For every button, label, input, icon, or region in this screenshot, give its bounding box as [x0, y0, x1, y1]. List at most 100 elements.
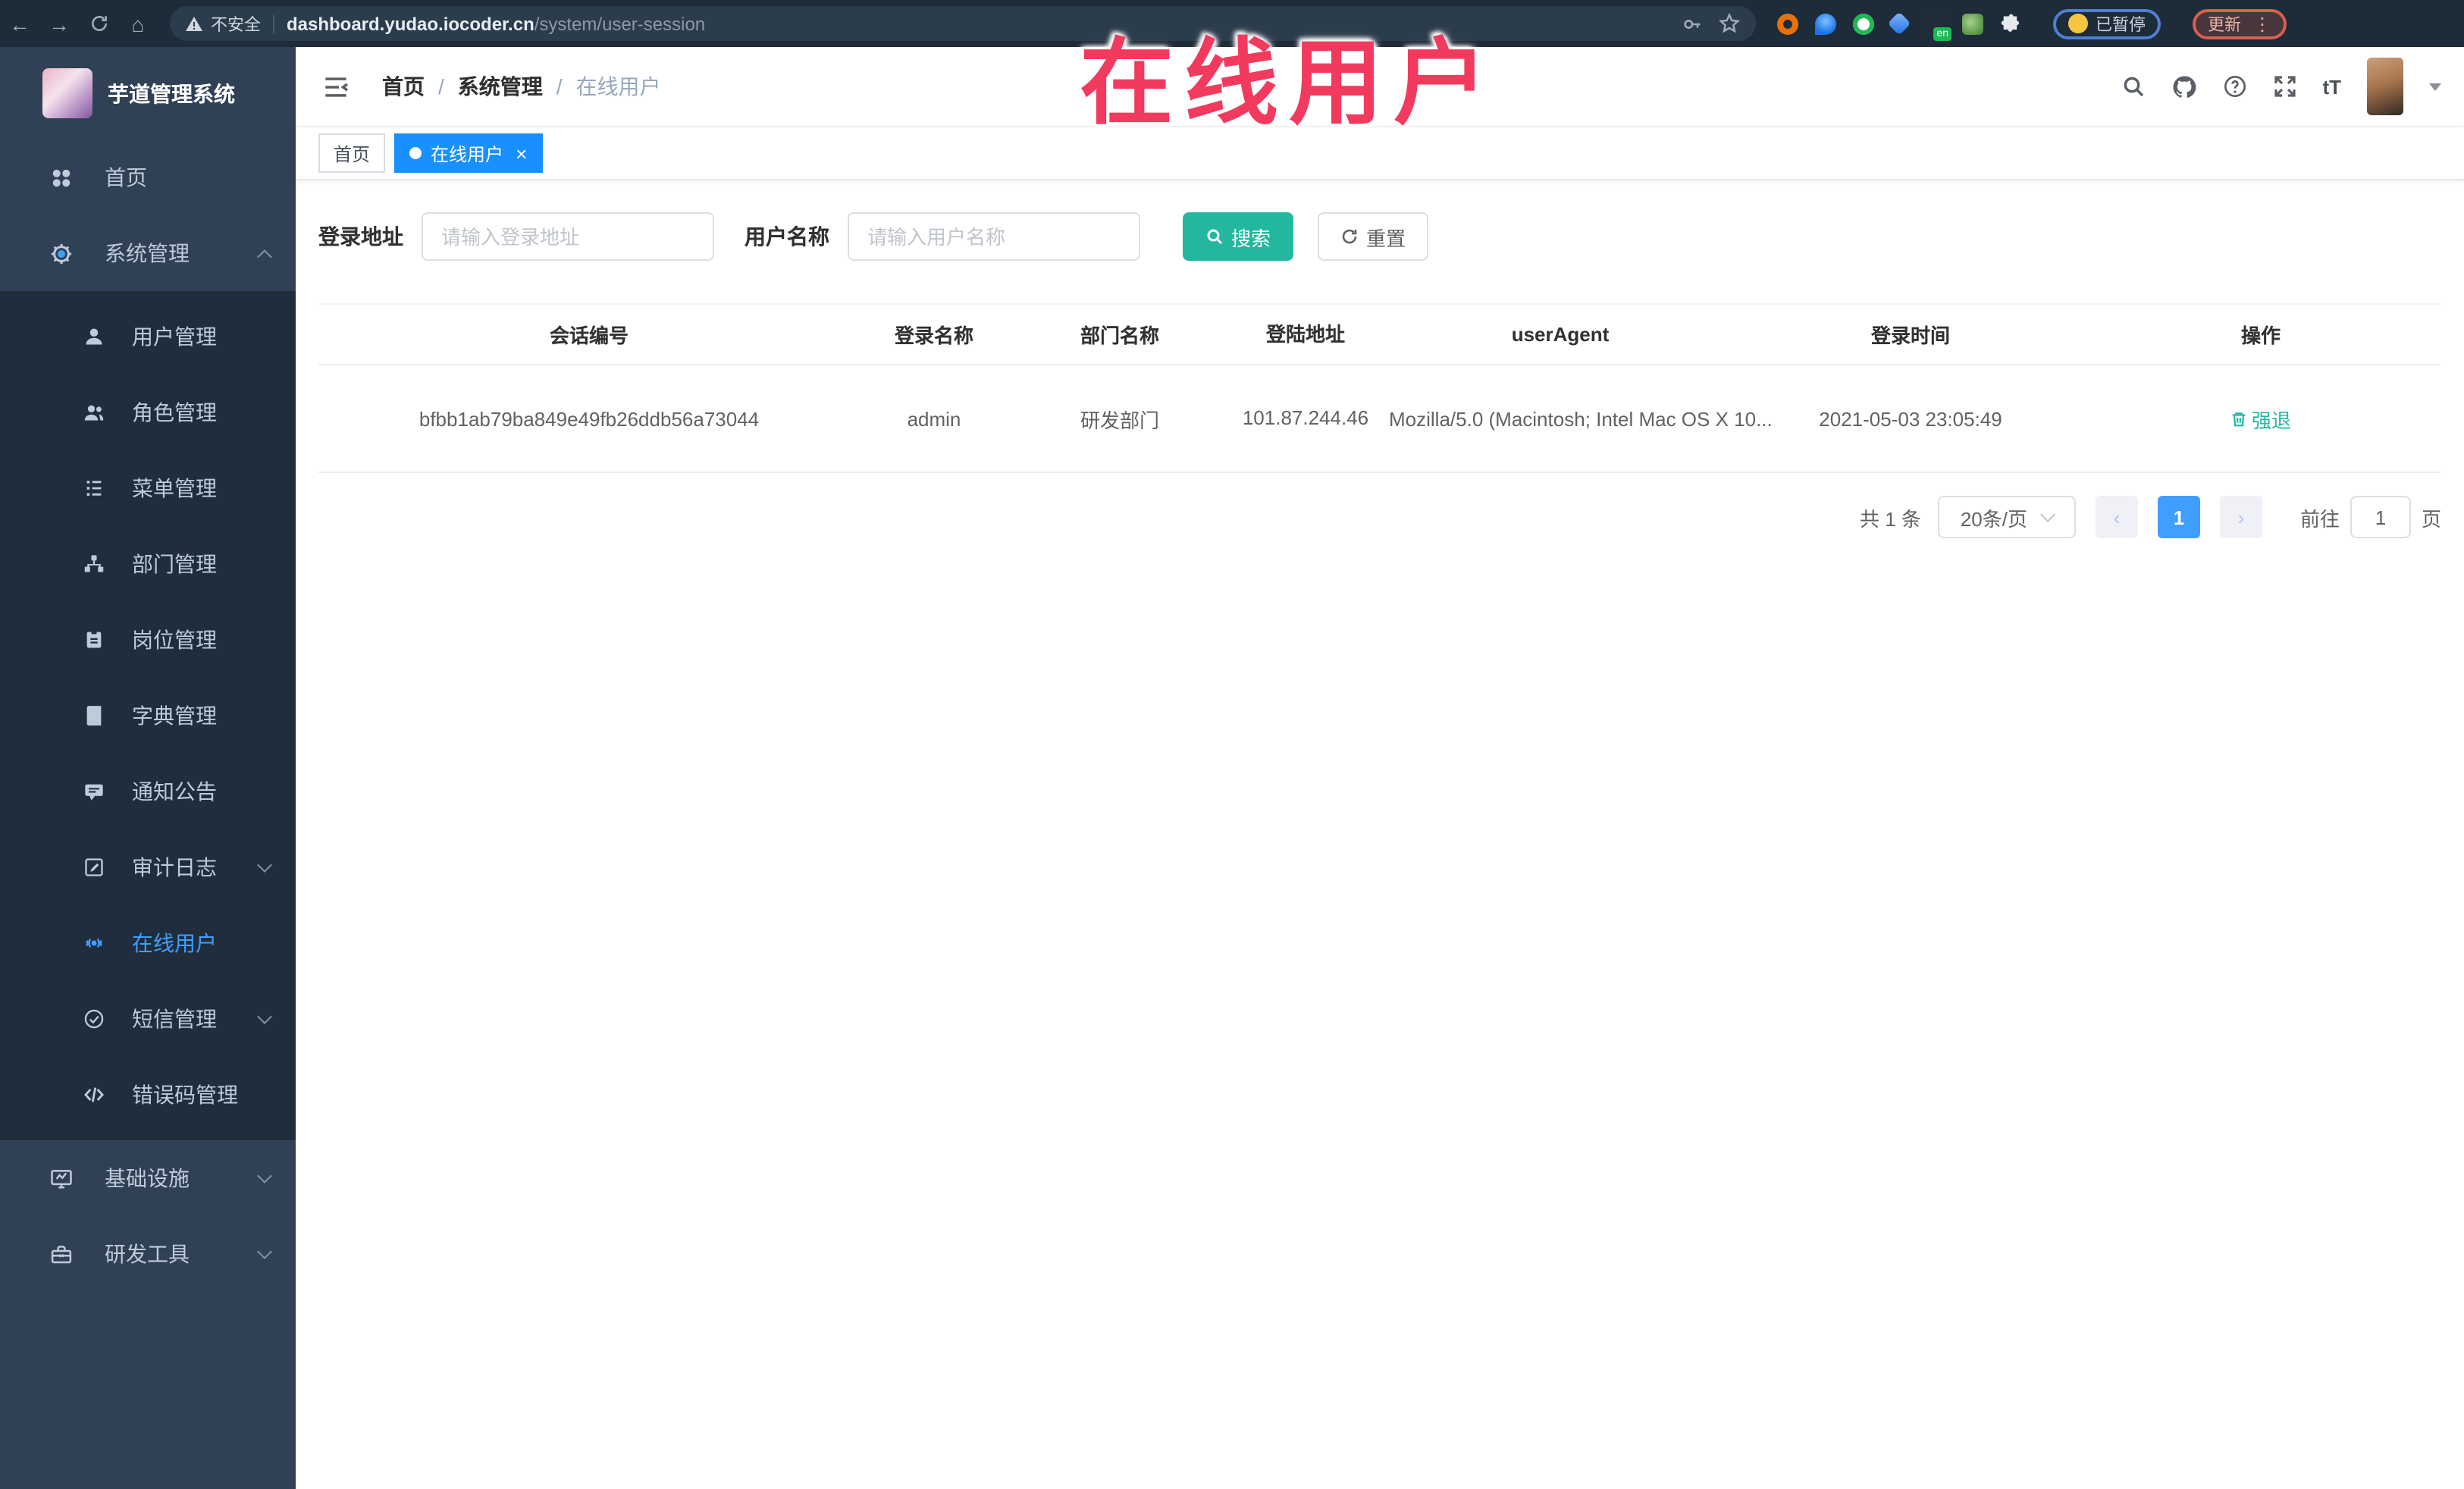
url-text[interactable]: dashboard.yudao.iocoder.cn/system/user-s… — [287, 13, 705, 34]
fullscreen-icon[interactable] — [2272, 74, 2296, 99]
browser-home-icon[interactable]: ⌂ — [118, 11, 158, 36]
password-key-icon[interactable] — [1682, 13, 1703, 34]
address-bar[interactable]: 不安全 dashboard.yudao.iocoder.cn/system/us… — [170, 6, 1756, 41]
menu-list-icon — [86, 481, 102, 496]
warning-icon — [186, 16, 202, 30]
puzzle-extensions-icon[interactable] — [2000, 13, 2021, 34]
chevron-down-icon — [257, 1168, 272, 1183]
pagination: 共 1 条 20条/页 ‹ 1 › 前往 页 — [318, 496, 2441, 538]
gear-icon — [51, 243, 72, 264]
goto-page-input[interactable] — [2350, 496, 2411, 538]
extension-green-key-icon[interactable] — [1962, 13, 1983, 34]
table-row: bfbb1ab79ba849e49fb26ddb56a73044 admin 研… — [318, 365, 2441, 473]
reload-icon[interactable] — [79, 14, 118, 33]
sidebar-item-infra[interactable]: 基础设施 — [0, 1140, 296, 1216]
search-icon — [1207, 229, 1223, 245]
breadcrumb-system[interactable]: 系统管理 — [458, 71, 543, 102]
sidebar-item-dict-mgmt[interactable]: 字典管理 — [0, 678, 296, 754]
sidebar-item-role-mgmt[interactable]: 角色管理 — [0, 375, 296, 450]
app-title: 芋道管理系统 — [108, 81, 235, 105]
reset-button[interactable]: 重置 — [1318, 212, 1429, 261]
cell-login-address: 101.87.244.46 — [1242, 406, 1369, 430]
trash-icon — [2232, 412, 2246, 426]
user-name-label: 用户名称 — [745, 224, 829, 249]
security-label[interactable]: 不安全 — [211, 11, 261, 36]
sidebar-item-home[interactable]: 首页 — [0, 139, 296, 215]
page-size-select[interactable]: 20条/页 — [1937, 496, 2076, 538]
tab-online-users[interactable]: 在线用户 × — [394, 133, 543, 173]
goto-label: 前往 — [2299, 507, 2340, 530]
page-unit-label: 页 — [2421, 507, 2441, 530]
main-panel: 首页 / 系统管理 / 在线用户 tT 首页 在线用户 × 登录地址 请输入登录… — [296, 47, 2464, 1489]
users-icon — [84, 405, 104, 421]
search-icon[interactable] — [2121, 74, 2145, 99]
extension-blue-diamond-icon[interactable] — [1887, 11, 1911, 36]
total-count: 共 1 条 — [1860, 507, 1921, 530]
active-tab-dot — [409, 147, 422, 159]
extension-blue-pin-icon[interactable] — [1815, 13, 1836, 34]
col-login-time: 登录时间 — [1870, 324, 1950, 347]
sidebar-item-menu-mgmt[interactable]: 菜单管理 — [0, 450, 296, 526]
cell-login-time: 2021-05-03 23:05:49 — [1819, 407, 2002, 430]
extension-green-v-icon[interactable] — [1853, 13, 1874, 34]
bookmark-star-icon[interactable] — [1718, 12, 1741, 35]
cell-session-id: bfbb1ab79ba849e49fb26ddb56a73044 — [419, 407, 760, 430]
code-icon — [84, 1087, 104, 1102]
forward-arrow-icon[interactable]: → — [39, 11, 79, 36]
col-login-name: 登录名称 — [894, 324, 973, 347]
sidebar-item-dev-tools[interactable]: 研发工具 — [0, 1216, 296, 1292]
paused-label: 已暂停 — [2096, 16, 2146, 34]
sidebar-item-user-mgmt[interactable]: 用户管理 — [0, 299, 296, 375]
col-login-address: 登陆地址 — [1265, 322, 1345, 346]
monitor-icon — [51, 1169, 72, 1188]
extension-translate-icon[interactable]: en — [1924, 13, 1951, 40]
screen: ← → ⌂ 不安全 dashboard.yudao.iocoder.cn/sys… — [0, 0, 2464, 1489]
sidebar-item-online-users[interactable]: 在线用户 — [0, 905, 296, 981]
sidebar-item-sms-mgmt[interactable]: 短信管理 — [0, 981, 296, 1057]
sidebar-item-error-code[interactable]: 错误码管理 — [0, 1057, 296, 1133]
chrome-update-button[interactable]: 更新 ⋮ — [2193, 8, 2287, 39]
hamburger-collapse-icon[interactable] — [323, 75, 349, 98]
sidebar-item-system[interactable]: 系统管理 — [0, 215, 296, 291]
extension-orange-icon[interactable] — [1777, 13, 1798, 34]
login-address-label: 登录地址 — [318, 224, 403, 249]
breadcrumb-home[interactable]: 首页 — [382, 71, 425, 102]
force-logout-button[interactable]: 强退 — [2230, 404, 2291, 433]
page-content: 登录地址 用户名称 搜索 重置 会话编号 — [296, 180, 2464, 1489]
chevron-down-icon — [257, 857, 272, 872]
sms-shield-icon — [84, 1009, 104, 1029]
prev-page-button[interactable]: ‹ — [2095, 496, 2138, 538]
help-icon[interactable] — [2222, 74, 2246, 99]
org-tree-icon — [84, 555, 104, 572]
close-icon[interactable]: × — [516, 143, 527, 163]
back-arrow-icon[interactable]: ← — [0, 11, 39, 36]
avatar[interactable] — [2367, 58, 2403, 115]
next-page-button[interactable]: › — [2219, 496, 2262, 538]
github-icon[interactable] — [2171, 74, 2196, 99]
book-icon — [86, 706, 102, 726]
font-size-icon[interactable]: tT — [2322, 75, 2341, 98]
browser-menu-dots-icon[interactable]: ⋮ — [2253, 13, 2271, 34]
system-submenu: 用户管理 角色管理 菜单管理 部门管理 岗位管理 字典管理 通知公告 审计日志 … — [0, 291, 296, 1140]
profile-paused-chip[interactable]: 已暂停 — [2053, 8, 2161, 39]
cell-user-agent: Mozilla/5.0 (Macintosh; Intel Mac OS X 1… — [1389, 407, 1773, 430]
home-dashboard-icon — [52, 168, 71, 187]
sidebar-item-notice[interactable]: 通知公告 — [0, 754, 296, 829]
sidebar-item-dept-mgmt[interactable]: 部门管理 — [0, 526, 296, 602]
tab-home[interactable]: 首页 — [318, 133, 386, 173]
chevron-down-icon — [257, 1008, 272, 1023]
search-button[interactable]: 搜索 — [1183, 212, 1294, 261]
sidebar-item-post-mgmt[interactable]: 岗位管理 — [0, 602, 296, 678]
sidebar-logo-row[interactable]: 芋道管理系统 — [0, 47, 296, 139]
caret-down-icon[interactable] — [2429, 83, 2441, 90]
extension-en-badge: en — [1933, 27, 1951, 40]
cell-actions: 强退 — [2080, 395, 2441, 442]
login-address-input[interactable] — [422, 212, 714, 261]
emoji-avatar-icon — [2068, 14, 2088, 33]
announcement-icon — [85, 784, 103, 801]
page-number-1[interactable]: 1 — [2157, 496, 2200, 538]
sidebar-item-audit-log[interactable]: 审计日志 — [0, 829, 296, 905]
id-badge-icon — [86, 630, 102, 648]
toolbox-icon — [51, 1245, 72, 1263]
user-name-input[interactable] — [848, 212, 1140, 261]
